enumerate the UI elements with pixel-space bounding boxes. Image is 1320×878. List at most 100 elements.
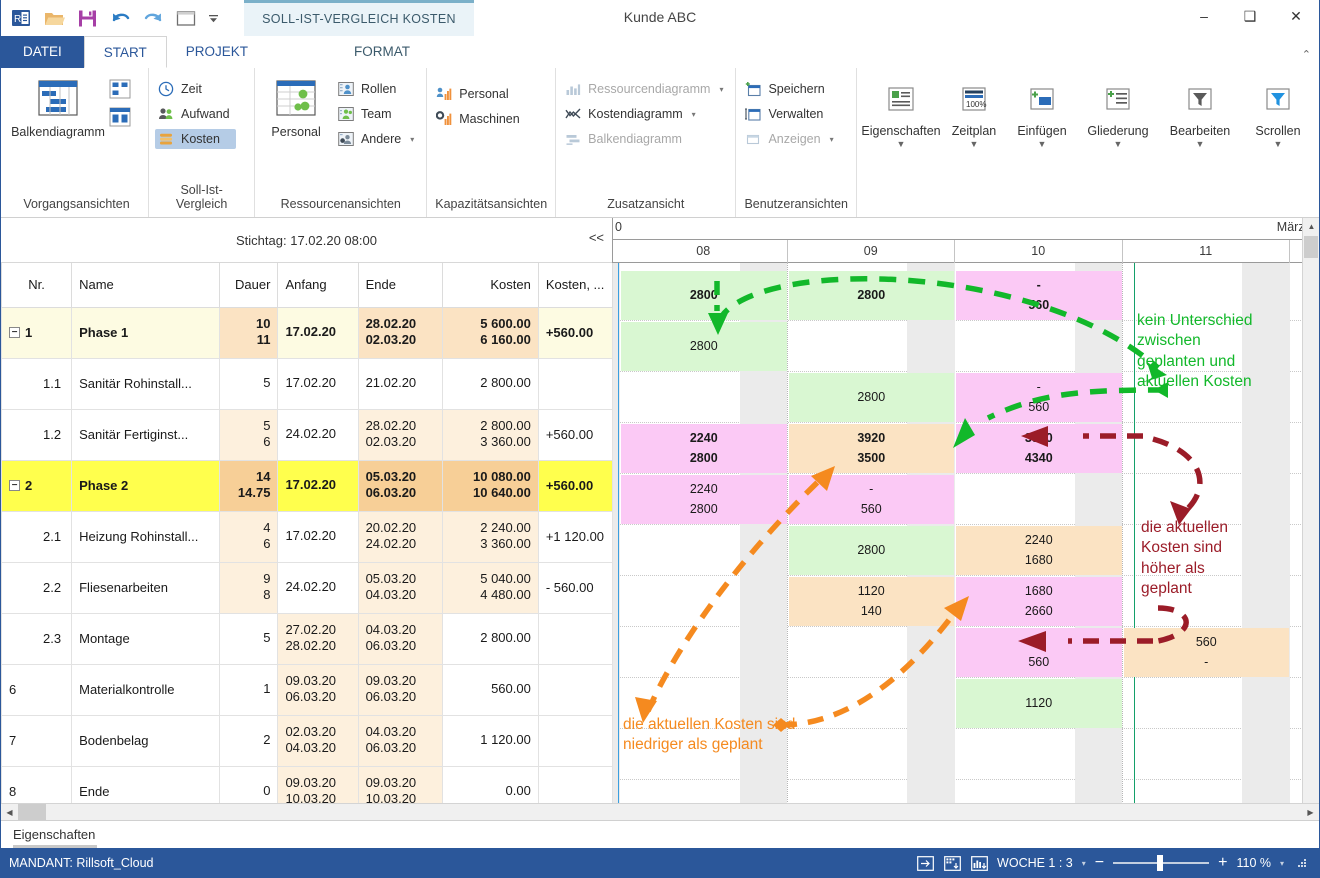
col-header-ende[interactable]: Ende: [357, 263, 443, 308]
horizontal-scroll-thumb-left[interactable]: [18, 804, 46, 820]
col-header-nr[interactable]: Nr.: [0, 263, 73, 308]
col-header-dauer[interactable]: Dauer: [219, 263, 279, 308]
table-row[interactable]: 1.2 Sanitär Fertiginst... 56 24.02.20 28…: [0, 408, 614, 461]
board-icon[interactable]: [109, 107, 131, 130]
cost-cell[interactable]: 3920 4340: [956, 424, 1122, 473]
cost-cell[interactable]: 560 -: [1123, 628, 1289, 677]
eigenschaften-button[interactable]: Eigenschaften ▼: [861, 80, 941, 149]
table-row[interactable]: 2.1 Heizung Rohinstall... 46 17.02.20 20…: [0, 510, 614, 563]
zusatz-balkendiagramm-button[interactable]: Balkendiagramm: [562, 129, 729, 149]
zoom-slider-thumb[interactable]: [1157, 855, 1164, 871]
cost-cell[interactable]: 1680 2660: [956, 577, 1122, 626]
team-button[interactable]: Team: [335, 104, 420, 124]
collapse-pane-button[interactable]: <<: [589, 230, 604, 245]
scroll-up-icon[interactable]: ▲: [1303, 218, 1319, 235]
aufwand-button[interactable]: Aufwand: [155, 104, 236, 124]
cost-cell[interactable]: 3920 3500: [788, 424, 954, 473]
gliederung-button[interactable]: Gliederung ▼: [1079, 80, 1157, 149]
col-header-kosten[interactable]: Kosten: [441, 263, 539, 308]
col-header-name[interactable]: Name: [71, 263, 221, 308]
grid-view-icon[interactable]: [943, 854, 961, 872]
scale-dropdown-icon[interactable]: ▾: [1082, 859, 1086, 868]
tab-datei[interactable]: DATEI: [1, 36, 84, 68]
network-icon[interactable]: [109, 79, 131, 102]
personal-view-button[interactable]: Personal: [261, 74, 331, 139]
cost-cell[interactable]: - 560: [956, 628, 1122, 677]
bearbeiten-button[interactable]: Bearbeiten ▼: [1161, 80, 1239, 149]
cost-cell[interactable]: 1120 140: [788, 577, 954, 626]
zoom-out-button[interactable]: −: [1095, 854, 1104, 872]
cost-cell[interactable]: 2240 2800: [621, 424, 787, 473]
group-label-kapazitaetsansichten: Kapazitätsansichten: [435, 197, 548, 211]
chevron-down-icon[interactable]: ▼: [1038, 139, 1047, 149]
kosten-button[interactable]: Kosten: [154, 129, 236, 149]
balkendiagramm-button[interactable]: Balkendiagramm: [11, 74, 105, 139]
horizontal-scrollbar-right[interactable]: ▶: [613, 803, 1319, 821]
chevron-down-icon[interactable]: ▾: [410, 135, 414, 144]
cost-cell[interactable]: 2800: [788, 373, 954, 422]
scroll-left-icon[interactable]: ◀: [1, 804, 18, 821]
properties-tab[interactable]: Eigenschaften: [13, 827, 95, 842]
table-row[interactable]: 2.2 Fliesenarbeiten 98 24.02.20 05.03.20…: [0, 561, 614, 614]
chevron-down-icon[interactable]: ▾: [692, 110, 696, 119]
table-row[interactable]: 1.1 Sanitär Rohinstall... 5 17.02.20 21.…: [0, 357, 614, 410]
speichern-view-button[interactable]: Speichern: [742, 79, 839, 99]
vertical-scroll-thumb[interactable]: [1304, 236, 1318, 258]
tab-projekt[interactable]: PROJEKT: [167, 36, 267, 68]
table-row[interactable]: −2 Phase 2 14 14.75 17.02.20 05.03.20 06.0…: [0, 459, 614, 512]
resize-grip-icon[interactable]: [1293, 854, 1311, 872]
chevron-down-icon[interactable]: ▼: [1114, 139, 1123, 149]
table-row[interactable]: −1 Phase 1 10 11 17.02.20 28.02.20 02.03.2…: [0, 306, 614, 359]
cost-cell[interactable]: 1120: [956, 679, 1122, 728]
cost-cell[interactable]: - 560: [956, 271, 1122, 320]
kostendiagramm-button[interactable]: Kostendiagramm ▾: [562, 104, 729, 124]
scroll-right-icon[interactable]: ▶: [1302, 804, 1319, 821]
zoom-dropdown-icon[interactable]: ▾: [1280, 859, 1284, 868]
chevron-down-icon[interactable]: ▾: [830, 135, 834, 144]
andere-button[interactable]: Andere ▾: [335, 129, 420, 149]
close-button[interactable]: ✕: [1273, 0, 1319, 32]
cost-cell[interactable]: 2240 2800: [621, 475, 787, 524]
table-row[interactable]: 2.3 Montage 5 27.02.20 28.02.20 04.03.20 0…: [0, 612, 614, 665]
ressourcendiagramm-button[interactable]: Ressourcendiagramm ▾: [562, 79, 729, 99]
zeitplan-button[interactable]: 100% Zeitplan ▼: [943, 80, 1005, 149]
split-view-icon[interactable]: [916, 854, 934, 872]
cost-cell[interactable]: 2800: [621, 322, 787, 371]
chevron-down-icon[interactable]: ▼: [1196, 139, 1205, 149]
einfuegen-button[interactable]: Einfügen ▼: [1009, 80, 1075, 149]
chevron-down-icon[interactable]: ▼: [897, 139, 906, 149]
col-header-anfang[interactable]: Anfang: [277, 263, 359, 308]
chevron-down-icon[interactable]: ▼: [1274, 139, 1283, 149]
verwalten-view-button[interactable]: Verwalten: [742, 104, 839, 124]
table-row[interactable]: 7 Bodenbelag 2 02.03.20 04.03.20 04.03.20…: [0, 714, 614, 767]
tab-format[interactable]: FORMAT: [267, 36, 497, 68]
scrollen-button[interactable]: Scrollen ▼: [1243, 80, 1313, 149]
cost-cell[interactable]: - 560: [956, 373, 1122, 422]
chart-view-icon[interactable]: [970, 854, 988, 872]
rollen-button[interactable]: Rollen: [335, 79, 420, 99]
maximize-button[interactable]: ❑: [1227, 0, 1273, 32]
table-row[interactable]: 6 Materialkontrolle 1 09.03.20 06.03.20 0…: [0, 663, 614, 716]
minimize-button[interactable]: –: [1181, 0, 1227, 32]
zeit-button[interactable]: Zeit: [155, 79, 236, 99]
zoom-in-button[interactable]: +: [1218, 854, 1227, 872]
zoom-slider[interactable]: [1113, 855, 1210, 871]
chevron-down-icon[interactable]: ▼: [970, 139, 979, 149]
tab-start[interactable]: START: [83, 36, 167, 68]
vertical-scrollbar[interactable]: ▲ ▼: [1302, 218, 1319, 820]
cost-cell[interactable]: - 560: [788, 475, 954, 524]
collapse-ribbon-icon[interactable]: ⌃: [1302, 48, 1311, 61]
horizontal-scrollbar-left[interactable]: ◀: [1, 803, 613, 821]
cost-cell[interactable]: 2800: [788, 271, 954, 320]
cost-cell[interactable]: 2240 1680: [956, 526, 1122, 575]
row-expander-icon[interactable]: −: [9, 480, 20, 491]
row-expander-icon[interactable]: −: [9, 327, 20, 338]
col-header-kosten-abweichung[interactable]: Kosten, ...: [537, 263, 614, 308]
maschinen-button[interactable]: Maschinen: [433, 109, 525, 129]
kapazitaet-personal-button[interactable]: Personal: [433, 84, 525, 104]
cell-nr: 7: [0, 714, 73, 767]
cost-cell[interactable]: 2800: [621, 271, 787, 320]
chevron-down-icon[interactable]: ▾: [719, 85, 723, 94]
anzeigen-view-button[interactable]: Anzeigen ▾: [742, 129, 839, 149]
cost-cell[interactable]: 2800: [788, 526, 954, 575]
